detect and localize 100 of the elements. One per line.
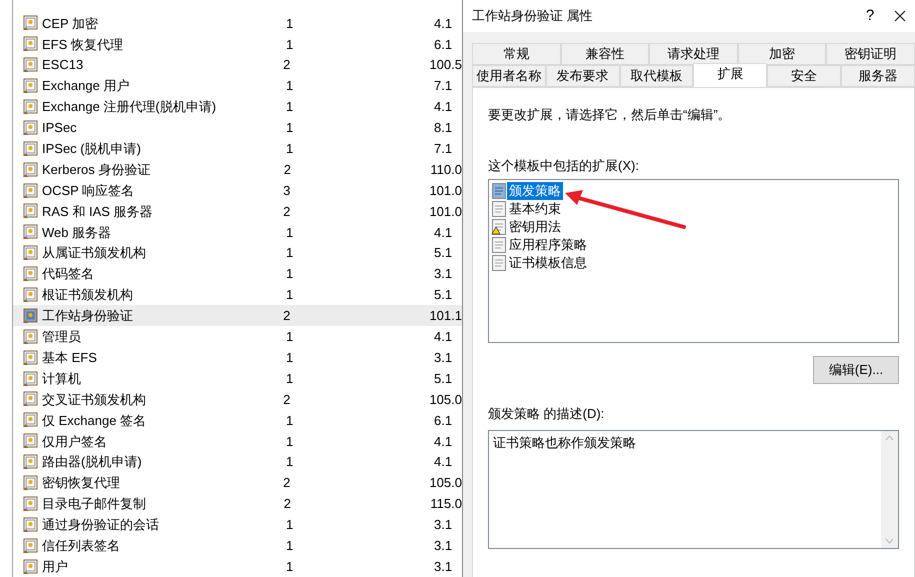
template-name: Exchange 用户 bbox=[42, 77, 130, 96]
template-row[interactable]: CEP 加密 1 4.1 bbox=[13, 13, 462, 34]
schema-version: 1 bbox=[286, 412, 294, 430]
template-row[interactable]: 从属证书颁发机构 1 5.1 bbox=[13, 242, 462, 264]
template-row[interactable]: IPSec (脱机申请) 1 7.1 bbox=[13, 138, 462, 160]
template-name: EFS 恢复代理 bbox=[42, 36, 123, 54]
template-row[interactable]: Web 服务器 1 4.1 bbox=[13, 222, 462, 243]
extension-item[interactable]: 颁发策略 bbox=[507, 182, 563, 200]
template-row[interactable]: Exchange 用户 1 7.1 bbox=[13, 76, 462, 97]
certificate-template-icon bbox=[22, 99, 38, 115]
template-row[interactable]: 基本 EFS 1 3.1 bbox=[13, 347, 462, 368]
template-name: Exchange 注册代理(脱机申请) bbox=[42, 98, 216, 116]
template-row[interactable]: 目录电子邮件复制 2 115.0 bbox=[13, 493, 462, 514]
template-row[interactable]: 代码签名 1 3.1 bbox=[13, 264, 462, 285]
template-version: 3.1 bbox=[434, 516, 452, 534]
edit-button[interactable]: 编辑(E)... bbox=[813, 356, 899, 384]
tab[interactable]: 兼容性 bbox=[560, 43, 650, 65]
extension-item[interactable]: 证书模板信息 bbox=[507, 254, 589, 272]
tab[interactable]: 发布要求 bbox=[546, 65, 620, 87]
template-row[interactable]: 密钥恢复代理 2 105.0 bbox=[13, 472, 462, 494]
template-row[interactable]: 信任列表签名 1 3.1 bbox=[13, 535, 462, 556]
schema-version: 2 bbox=[283, 390, 292, 409]
certificate-template-icon bbox=[22, 245, 38, 262]
template-name: Web 服务器 bbox=[42, 224, 112, 242]
extensions-listbox[interactable]: 颁发策略 基本约束 密钥用法 应用程序策略 证书模板信息 bbox=[488, 179, 899, 343]
extension-item[interactable]: 应用程序策略 bbox=[507, 236, 589, 254]
schema-version: 1 bbox=[286, 119, 294, 138]
certificate-template-icon bbox=[22, 516, 38, 533]
certificate-template-icon bbox=[22, 433, 38, 450]
template-row[interactable]: 管理员 1 4.1 bbox=[13, 326, 462, 348]
tab[interactable]: 取代模板 bbox=[620, 65, 694, 87]
scrollbar[interactable] bbox=[881, 430, 898, 548]
tab[interactable]: 扩展 bbox=[693, 63, 768, 87]
template-row[interactable]: 根证书颁发机构 1 5.1 bbox=[13, 284, 462, 306]
template-row[interactable]: EFS 恢复代理 1 6.1 bbox=[13, 34, 462, 55]
description-text: 证书策略也称作颁发策略 bbox=[492, 434, 637, 452]
template-name: 信任列表签名 bbox=[42, 536, 120, 555]
template-row[interactable]: 计算机 1 5.1 bbox=[13, 368, 462, 390]
schema-version: 1 bbox=[286, 453, 294, 472]
tab[interactable]: 常规 bbox=[472, 43, 561, 65]
tab[interactable]: 安全 bbox=[767, 65, 842, 87]
template-row[interactable]: 用户 1 3.1 bbox=[13, 556, 462, 577]
close-icon[interactable] bbox=[894, 10, 906, 22]
description-textarea[interactable]: 证书策略也称作颁发策略 bbox=[488, 430, 899, 548]
certificate-template-icon bbox=[22, 475, 38, 492]
template-name: 交叉证书颁发机构 bbox=[42, 390, 146, 409]
certificate-template-icon bbox=[22, 140, 38, 157]
template-name: OCSP 响应签名 bbox=[42, 182, 134, 200]
schema-version: 2 bbox=[284, 160, 292, 179]
template-row[interactable]: Kerberos 身份验证 2 110.0 bbox=[13, 159, 462, 180]
extension-item[interactable]: 密钥用法 bbox=[507, 218, 563, 236]
tab[interactable]: 请求处理 bbox=[649, 43, 738, 65]
template-version: 3.1 bbox=[434, 348, 452, 367]
template-row[interactable]: 仅用户签名 1 4.1 bbox=[13, 430, 462, 452]
schema-version: 2 bbox=[283, 307, 292, 326]
template-version: 5.1 bbox=[434, 286, 452, 304]
certificate-template-icon bbox=[22, 36, 38, 52]
template-version: 5.1 bbox=[434, 370, 452, 388]
template-version: 4.1 bbox=[434, 328, 452, 346]
tab[interactable]: 使用者名称 bbox=[472, 65, 546, 87]
template-row[interactable]: RAS 和 IAS 服务器 2 101.0 bbox=[13, 201, 462, 222]
extension-item[interactable]: 基本约束 bbox=[507, 200, 563, 218]
tab[interactable]: 加密 bbox=[738, 43, 826, 65]
template-row[interactable]: 路由器(脱机申请) 1 4.1 bbox=[13, 452, 462, 473]
certificate-template-icon bbox=[22, 162, 38, 178]
template-row[interactable]: OCSP 响应签名 3 101.0 bbox=[13, 180, 462, 202]
schema-version: 1 bbox=[286, 516, 294, 534]
template-name: 密钥恢复代理 bbox=[42, 474, 120, 492]
description-label: 颁发策略 的描述(D): bbox=[488, 405, 606, 423]
schema-version: 1 bbox=[286, 244, 294, 262]
schema-version: 1 bbox=[286, 348, 294, 367]
template-row[interactable]: 仅 Exchange 签名 1 6.1 bbox=[13, 410, 462, 431]
warning-document-icon bbox=[491, 219, 507, 235]
certificate-template-icon bbox=[22, 15, 38, 32]
certificate-template-icon bbox=[22, 224, 38, 240]
help-button[interactable]: ? bbox=[855, 4, 885, 28]
scroll-down-icon[interactable] bbox=[885, 538, 894, 544]
template-name: 从属证书颁发机构 bbox=[42, 244, 146, 262]
template-row[interactable]: 工作站身份验证 2 101.1 bbox=[13, 305, 462, 326]
template-version: 7.1 bbox=[434, 77, 452, 96]
template-row[interactable]: 交叉证书颁发机构 2 105.0 bbox=[13, 389, 462, 410]
template-row[interactable]: IPSec 1 8.1 bbox=[13, 117, 462, 138]
template-version: 3.1 bbox=[434, 265, 452, 284]
document-icon bbox=[491, 255, 507, 271]
template-version: 4.1 bbox=[434, 224, 452, 242]
schema-version: 1 bbox=[286, 286, 294, 304]
template-row[interactable]: Exchange 注册代理(脱机申请) 1 4.1 bbox=[13, 96, 462, 118]
extensions-label: 这个模板中包括的扩展(X): bbox=[488, 156, 640, 175]
certificate-template-icon bbox=[22, 538, 38, 554]
template-row[interactable]: ESC13 2 100.5 bbox=[13, 54, 462, 76]
tab[interactable]: 密钥证明 bbox=[826, 43, 915, 65]
certificate-template-icon bbox=[22, 412, 38, 428]
schema-version: 1 bbox=[286, 224, 294, 242]
scroll-up-icon[interactable] bbox=[885, 434, 894, 440]
template-version: 110.0 bbox=[430, 160, 462, 179]
template-row[interactable]: 通过身份验证的会话 1 3.1 bbox=[13, 514, 462, 536]
template-version: 101.1 bbox=[429, 307, 462, 326]
template-version: 115.0 bbox=[430, 495, 462, 514]
tab[interactable]: 服务器 bbox=[841, 65, 915, 87]
schema-version: 1 bbox=[286, 370, 294, 388]
